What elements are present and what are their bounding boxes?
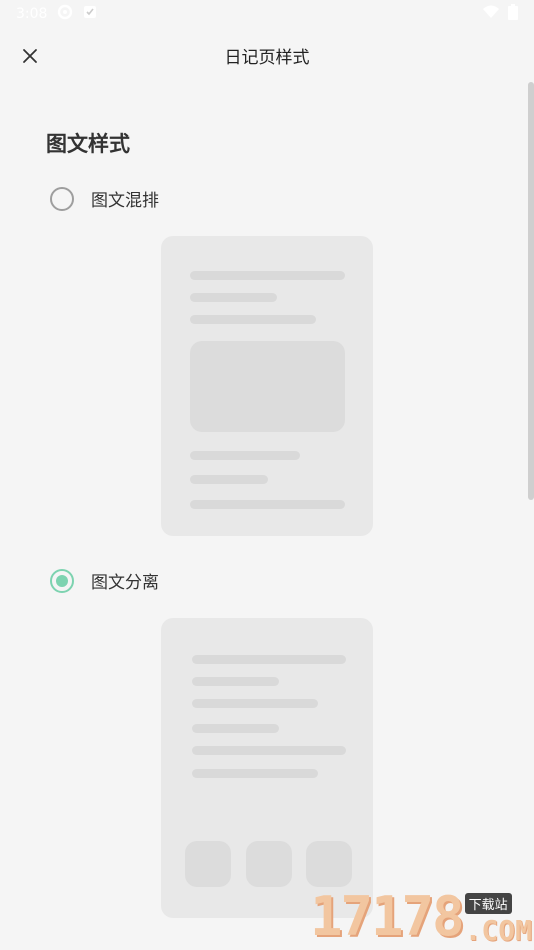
scrollbar[interactable] xyxy=(528,82,534,500)
section-title: 图文样式 xyxy=(46,132,130,156)
preview-image-thumb xyxy=(185,841,231,887)
battery-icon xyxy=(508,4,518,24)
radio-button-checked[interactable] xyxy=(50,568,74,593)
preview-text-line xyxy=(190,475,268,484)
preview-image-block xyxy=(190,341,345,432)
watermark-tag: 下载站 xyxy=(464,893,512,914)
option-label: 图文分离 xyxy=(91,573,159,593)
close-button[interactable] xyxy=(14,40,46,72)
watermark-right: 下载站 .COM xyxy=(464,893,532,947)
status-time: 3:08 xyxy=(16,6,48,22)
watermark-number: 17178 xyxy=(310,885,465,948)
preview-text-line xyxy=(190,315,316,324)
preview-image-thumb xyxy=(306,841,352,887)
status-left: 3:08 xyxy=(16,4,97,24)
watermark-domain: .COM xyxy=(464,914,532,947)
preview-separated-layout[interactable] xyxy=(161,618,373,918)
preview-text-line xyxy=(192,655,346,664)
page-title: 日记页样式 xyxy=(224,47,310,68)
watermark-logo: 17178 下载站 .COM xyxy=(310,888,532,946)
top-app-bar: 日记页样式 xyxy=(0,28,534,82)
preview-text-line xyxy=(192,724,279,733)
preview-text-line xyxy=(192,699,318,708)
close-icon xyxy=(23,49,37,63)
notification-icon xyxy=(83,5,97,23)
option-label: 图文混排 xyxy=(91,191,159,211)
preview-text-line xyxy=(190,500,345,509)
option-separated-layout[interactable]: 图文分离 xyxy=(50,568,159,593)
preview-text-line xyxy=(190,293,277,302)
preview-image-thumb xyxy=(246,841,292,887)
preview-text-line xyxy=(192,677,279,686)
radio-button-unchecked[interactable] xyxy=(50,186,74,211)
option-mixed-layout[interactable]: 图文混排 xyxy=(50,186,159,211)
wifi-icon xyxy=(482,5,500,23)
preview-text-line xyxy=(192,746,346,755)
sync-icon xyxy=(57,4,73,24)
preview-text-line xyxy=(190,271,345,280)
preview-text-line xyxy=(190,451,300,460)
status-bar: 3:08 xyxy=(0,0,534,28)
status-right xyxy=(482,4,518,24)
preview-text-line xyxy=(192,769,318,778)
preview-mixed-layout[interactable] xyxy=(161,236,373,536)
